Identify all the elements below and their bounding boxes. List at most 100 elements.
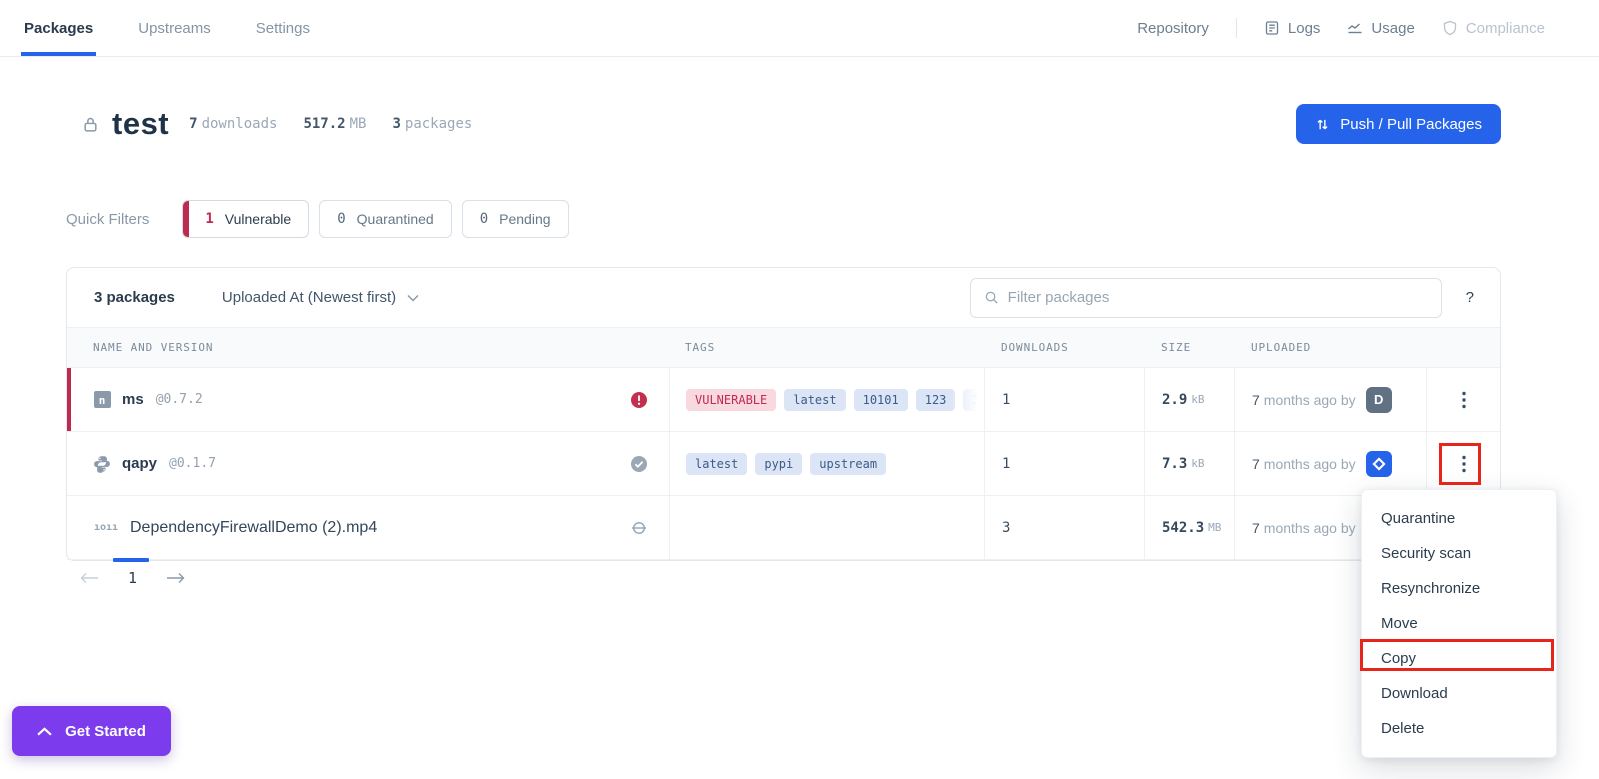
nav-divider (1235, 18, 1237, 38)
menu-item-download[interactable]: Download (1362, 676, 1556, 711)
filter-vulnerable-button[interactable]: 1 Vulnerable (182, 200, 310, 238)
tag[interactable]: pypi (755, 452, 803, 475)
nav-compliance[interactable]: Compliance (1442, 20, 1545, 37)
size-value: 7.3 kB (1144, 432, 1234, 495)
size-value: 2.9 kB (1144, 368, 1234, 431)
nav-repository-label: Repository (1137, 19, 1209, 37)
tab-settings-label: Settings (255, 19, 310, 37)
tag[interactable]: latest (784, 388, 846, 411)
filter-packages-input[interactable] (1007, 289, 1441, 306)
tag[interactable]: 3434 (963, 388, 984, 411)
chevron-down-icon (407, 294, 419, 302)
top-navigation-bar: Packages Upstreams Settings Repository L… (0, 0, 1599, 57)
usage-icon (1347, 20, 1363, 36)
quarantined-count: 0 (337, 211, 346, 227)
not-scanned-icon (630, 519, 648, 537)
repo-stats: 7 downloads 517.2 MB 3 packages (189, 116, 472, 132)
downloads-value: 1 (984, 432, 1144, 495)
nav-repository[interactable]: Repository (1137, 20, 1209, 37)
filter-pending-button[interactable]: 0 Pending (461, 200, 569, 238)
tab-upstreams[interactable]: Upstreams (138, 0, 211, 56)
pagination: 1 (76, 568, 189, 588)
sort-label: Uploaded At (Newest first) (221, 289, 397, 306)
package-version: @0.1.7 (169, 456, 216, 471)
push-pull-label: Push / Pull Packages (1340, 115, 1482, 133)
menu-item-security-scan[interactable]: Security scan (1362, 536, 1556, 571)
table-row-dependencyfirewalldemo[interactable]: ıoıı DependencyFirewallDemo (2).mp4 3 54… (67, 496, 1500, 560)
column-name-and-version: NAME AND VERSION (93, 341, 214, 354)
vulnerable-label: Vulnerable (224, 211, 292, 227)
menu-item-delete[interactable]: Delete (1362, 711, 1556, 746)
tag[interactable]: 10101 (853, 388, 908, 411)
row-actions-kebab-button[interactable] (1452, 385, 1476, 415)
tag[interactable]: latest (686, 452, 748, 475)
quick-filters-label: Quick Filters (66, 210, 150, 228)
get-started-button[interactable]: Get Started (12, 706, 171, 756)
uploader-avatar[interactable]: D (1365, 386, 1392, 413)
package-version: @0.7.2 (155, 392, 203, 407)
filter-quarantined-button[interactable]: 0 Quarantined (319, 200, 452, 238)
stat-downloads: 7 downloads (189, 116, 278, 132)
top-right-nav: Repository Logs Usage Compliance (1137, 18, 1545, 38)
package-name-link[interactable]: ms (122, 391, 144, 408)
nav-logs[interactable]: Logs (1264, 19, 1321, 37)
package-name-link[interactable]: qapy (122, 455, 157, 472)
pending-count: 0 (479, 211, 489, 227)
next-page-button[interactable] (162, 568, 189, 588)
row-actions-kebab-button-open[interactable] (1452, 449, 1476, 479)
menu-item-copy[interactable]: Copy (1362, 641, 1556, 676)
tag[interactable]: upstream (810, 452, 887, 475)
table-row-ms[interactable]: n ms @0.7.2 VULNERABLE latest 10101 123 … (67, 368, 1500, 432)
package-count: 3 packages (94, 289, 175, 306)
tab-settings[interactable]: Settings (256, 0, 310, 56)
python-icon (93, 455, 111, 473)
quick-filters: Quick Filters 1 Vulnerable 0 Quarantined… (66, 200, 1599, 238)
stat-packages: 3 packages (392, 116, 473, 132)
packages-toolbar: 3 packages Uploaded At (Newest first) ? (67, 268, 1500, 327)
downloads-value: 1 (984, 368, 1144, 431)
lock-icon (82, 116, 99, 133)
table-row-qapy[interactable]: qapy @0.1.7 latest pypi upstream 1 7.3 kB… (67, 432, 1500, 496)
downloads-value: 3 (984, 496, 1144, 559)
tab-packages-label: Packages (24, 19, 94, 37)
active-page-indicator (113, 558, 149, 562)
size-value: 542.3 MB (1144, 496, 1234, 559)
chevron-up-icon (37, 726, 52, 736)
uploaded-value: 7 months ago by D (1234, 368, 1426, 431)
tab-packages[interactable]: Packages (20, 0, 97, 56)
page-number[interactable]: 1 (128, 569, 137, 587)
pending-label: Pending (499, 211, 551, 227)
stat-size: 517.2 MB (303, 116, 367, 132)
security-scanned-icon (630, 455, 648, 473)
previous-page-button[interactable] (76, 568, 103, 588)
nav-usage-label: Usage (1371, 19, 1415, 37)
uploader-avatar-cloudsmith-logo[interactable] (1365, 450, 1392, 477)
nav-compliance-label: Compliance (1465, 19, 1545, 37)
quarantined-label: Quarantined (356, 211, 434, 227)
vulnerable-count: 1 (205, 211, 214, 227)
menu-item-resynchronize[interactable]: Resynchronize (1362, 571, 1556, 606)
logs-icon (1264, 20, 1280, 36)
nav-logs-label: Logs (1287, 19, 1321, 37)
repo-title: test (112, 106, 170, 141)
tag[interactable]: 123 (915, 388, 956, 411)
column-downloads: DOWNLOADS (1001, 341, 1069, 354)
repo-tabs: Packages Upstreams Settings (20, 0, 310, 56)
table-header-row: NAME AND VERSION TAGS DOWNLOADS SIZE UPL… (67, 327, 1500, 368)
search-icon (971, 290, 999, 305)
package-actions-menu: Quarantine Security scan Resynchronize M… (1361, 489, 1557, 758)
get-started-label: Get Started (65, 722, 146, 740)
uploaded-value: 7 months ago by (1234, 432, 1426, 495)
tab-upstreams-label: Upstreams (138, 19, 211, 37)
tag-vulnerable[interactable]: VULNERABLE (686, 388, 777, 411)
sort-dropdown[interactable]: Uploaded At (Newest first) (222, 289, 419, 306)
filter-help-button[interactable]: ? (1466, 289, 1474, 306)
push-pull-packages-button[interactable]: Push / Pull Packages (1296, 104, 1501, 144)
menu-item-quarantine[interactable]: Quarantine (1362, 501, 1556, 536)
package-name-link[interactable]: DependencyFirewallDemo (2).mp4 (130, 519, 377, 537)
vulnerable-alert-icon (630, 391, 648, 409)
raw-file-icon: ıoıı (93, 522, 119, 533)
column-tags: TAGS (685, 341, 716, 354)
menu-item-move[interactable]: Move (1362, 606, 1556, 641)
nav-usage[interactable]: Usage (1347, 19, 1415, 37)
